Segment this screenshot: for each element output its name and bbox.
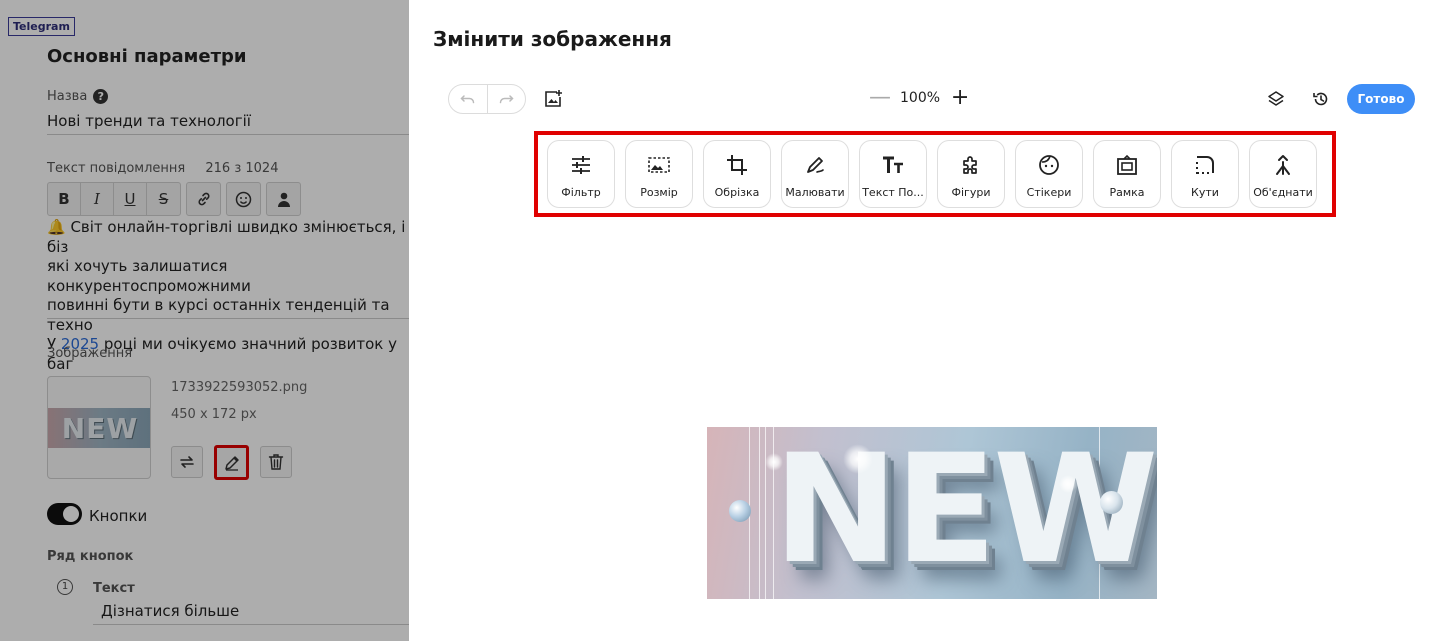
tool-label: Текст По... (862, 186, 924, 199)
tool-frame[interactable]: Рамка (1093, 140, 1161, 208)
add-image-icon (545, 90, 562, 107)
zoom-in-button[interactable]: + (950, 87, 970, 109)
undo-button[interactable] (449, 85, 488, 113)
shapes-icon (963, 156, 977, 174)
undo-icon (460, 95, 474, 104)
corners-icon (1196, 156, 1214, 174)
zoom-out-button[interactable]: — (869, 87, 891, 109)
frame-icon (1117, 154, 1137, 175)
image-editor-panel: Змінити зображення — 100% + Готово Фільт… (409, 0, 1446, 641)
done-button[interactable]: Готово (1347, 84, 1415, 114)
tool-resize[interactable]: Розмір (625, 140, 693, 208)
image-text-new: NEW (773, 427, 1157, 597)
tool-label: Обрізка (714, 186, 760, 199)
draw-icon (807, 157, 824, 173)
resize-icon (648, 157, 670, 173)
light-flare (1059, 475, 1077, 493)
decorative-sphere (729, 500, 751, 522)
light-streak (759, 427, 760, 599)
merge-icon (1276, 155, 1290, 175)
undo-redo-group (448, 84, 526, 114)
tool-label: Розмір (640, 186, 678, 199)
tool-merge[interactable]: Об'єднати (1249, 140, 1317, 208)
zoom-control: — 100% + (869, 87, 970, 109)
tools-bar: Фільтр Розмір Обрізка Малювати Текст По.… (547, 140, 1317, 208)
tool-label: Фільтр (561, 186, 601, 199)
redo-button[interactable] (488, 85, 526, 113)
add-image-button[interactable] (542, 88, 564, 110)
tool-label: Стікери (1026, 186, 1072, 199)
tool-crop[interactable]: Обрізка (703, 140, 771, 208)
tool-label: Кути (1191, 186, 1219, 199)
tool-text[interactable]: Текст По... (859, 140, 927, 208)
tool-label: Фігури (951, 186, 991, 199)
decorative-sphere (1100, 491, 1123, 514)
layers-icon (1268, 91, 1284, 106)
tool-filter[interactable]: Фільтр (547, 140, 615, 208)
history-icon (1313, 92, 1328, 106)
light-streak (765, 427, 766, 599)
text-icon (883, 156, 903, 173)
tool-corners[interactable]: Кути (1171, 140, 1239, 208)
sticker-icon (1039, 155, 1059, 175)
edited-image[interactable]: NEW (707, 427, 1157, 599)
editor-title: Змінити зображення (433, 27, 672, 51)
light-flare (843, 444, 873, 474)
tool-label: Малювати (785, 186, 845, 199)
tool-label: Об'єднати (1253, 186, 1313, 199)
tool-shapes[interactable]: Фігури (937, 140, 1005, 208)
light-flare (765, 453, 783, 471)
redo-icon (500, 95, 514, 104)
tool-label: Рамка (1109, 186, 1145, 199)
tool-stickers[interactable]: Стікери (1015, 140, 1083, 208)
layers-button[interactable] (1265, 88, 1287, 110)
zoom-level: 100% (900, 90, 941, 106)
crop-icon (727, 155, 747, 175)
tool-draw[interactable]: Малювати (781, 140, 849, 208)
modal-overlay[interactable] (0, 0, 409, 641)
sliders-icon (572, 156, 590, 174)
history-button[interactable] (1310, 88, 1332, 110)
